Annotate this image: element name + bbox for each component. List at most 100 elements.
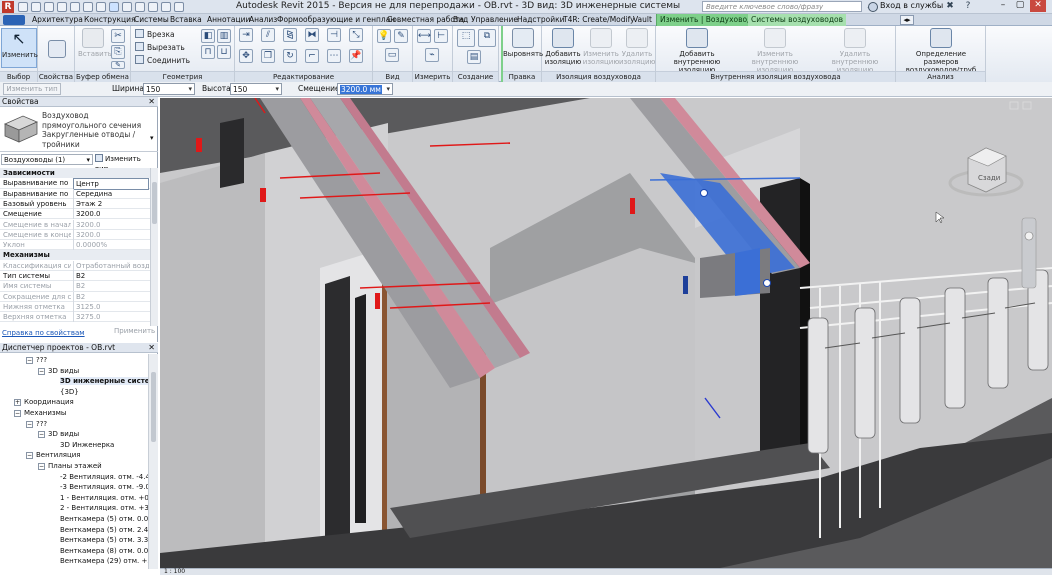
tree-node[interactable]: -2 Вентиляция. отм. -4.40 (0, 472, 148, 483)
tab-1[interactable]: Конструкция (81, 14, 139, 26)
offset-icon[interactable]: ⫽ (261, 28, 275, 42)
properties-section[interactable]: Зависимости (0, 168, 150, 178)
move-icon[interactable]: ✥ (239, 49, 253, 63)
open-icon[interactable] (18, 2, 28, 12)
array-icon[interactable]: ⋯ (327, 49, 341, 63)
property-value[interactable]: В2 (73, 271, 149, 281)
scroll-thumb[interactable] (152, 182, 157, 224)
collapse-icon[interactable]: − (26, 452, 33, 460)
collapse-icon[interactable]: − (26, 420, 33, 428)
tree-node[interactable]: 3D Инженерка (0, 440, 148, 451)
property-value[interactable]: Середина (73, 188, 149, 199)
cut-icon[interactable]: ✂ (111, 29, 125, 43)
pin-icon[interactable]: 📌 (349, 49, 363, 63)
tree-node[interactable]: Венткамера (5) отм. 2.400 (0, 525, 148, 536)
edit-insulation-button[interactable]: Изменить изоляцию (582, 28, 620, 66)
tab-12[interactable]: Vault (630, 14, 655, 26)
tag-element-icon[interactable]: ⌁ (425, 48, 439, 62)
tab-11[interactable]: T4R: Create/Modify (560, 14, 638, 26)
section-icon[interactable] (148, 2, 158, 12)
tree-node[interactable]: 2 - Вентиляция. отм. +3.80 (0, 503, 148, 514)
tree-node[interactable]: Венткамера (29) отм. +3.8 (0, 556, 148, 567)
tab-3[interactable]: Вставка (167, 14, 205, 26)
property-row[interactable]: Сокращение для с... В2 (0, 291, 150, 302)
expand-icon[interactable]: + (14, 399, 21, 407)
scale-icon[interactable]: ⤡ (349, 28, 363, 42)
split-icon[interactable]: ⊣ (327, 28, 341, 42)
measure-distance-icon[interactable]: ⟷ (417, 29, 431, 43)
edit-lining-button[interactable]: Изменить внутреннюю изоляцию (736, 28, 814, 74)
property-row[interactable]: Смещение в конце 3200.0 (0, 229, 150, 241)
paint-icon[interactable]: ▥ (217, 29, 231, 43)
tree-node[interactable]: − Механизмы (0, 408, 148, 419)
minimize-button[interactable]: – (995, 0, 1011, 12)
type-selector[interactable]: Воздуховод прямоугольного сечения Закруг… (0, 108, 158, 152)
scale-label[interactable]: 1 : 100 (164, 568, 185, 575)
properties-button[interactable] (41, 40, 73, 60)
chevron-down-icon[interactable]: ▾ (150, 134, 154, 142)
tree-node[interactable]: {3D} (0, 387, 148, 398)
dimension-icon[interactable] (96, 2, 106, 12)
ribbon-toggle-icon[interactable]: ◂▸ (900, 15, 914, 25)
revit-logo-icon[interactable]: R (2, 1, 14, 13)
property-row[interactable]: Имя системы В2 (0, 281, 150, 292)
tree-node[interactable]: Венткамера (8) отм. 0.000 (0, 546, 148, 557)
tag-icon[interactable] (109, 2, 119, 12)
properties-help-link[interactable]: Справка по свойствам (2, 329, 85, 337)
property-value[interactable]: Этаж 2 (73, 198, 149, 209)
cope-button[interactable]: Врезка (135, 29, 175, 39)
text-icon[interactable] (122, 2, 132, 12)
join-button[interactable]: Соединить (135, 55, 190, 65)
collapse-icon[interactable]: − (14, 409, 21, 417)
create-similar-icon[interactable]: ⧉ (478, 29, 496, 47)
change-type-button[interactable]: Изменить тип (3, 83, 61, 95)
close-icon[interactable]: ✕ (148, 343, 155, 353)
tree-node[interactable]: −3D виды (0, 429, 148, 440)
create-group-icon[interactable]: ⬚ (457, 29, 475, 47)
cut-geometry-button[interactable]: Вырезать (135, 42, 185, 52)
redo-icon[interactable] (57, 2, 67, 12)
property-row[interactable]: Тип системы В2 (0, 271, 150, 282)
search-input[interactable]: Введите ключевое слово/фразу (702, 1, 862, 12)
navigation-bar[interactable] (1021, 217, 1037, 289)
property-row[interactable]: Классификация си...Отработанный возду (0, 260, 150, 271)
duct-sizing-button[interactable]: Определение размеров воздуховодов/труб (898, 28, 984, 74)
demolish-icon[interactable]: ⊔ (217, 45, 231, 59)
tree-node[interactable]: 1 - Вентиляция. отм. +0.0 (0, 493, 148, 504)
thin-lines-icon[interactable] (161, 2, 171, 12)
collapse-icon[interactable]: − (38, 367, 45, 375)
property-row[interactable]: Верхняя отметка 3275.0 (0, 312, 150, 323)
match-props-icon[interactable]: ✎ (111, 61, 125, 69)
align-icon[interactable]: ⇥ (239, 28, 253, 42)
tree-node[interactable]: Венткамера (5) отм. 0.000 (0, 514, 148, 525)
mirror-draw-icon[interactable]: ⧓ (305, 28, 319, 42)
width-select[interactable]: 150 (143, 83, 195, 95)
paste-button[interactable]: Вставить (78, 28, 112, 58)
tree-node[interactable]: −3D виды (0, 366, 148, 377)
exchange-apps-icon[interactable]: ✖ (944, 1, 956, 11)
property-row[interactable]: Базовый уровень Этаж 2 (0, 198, 150, 210)
user-icon[interactable] (868, 2, 878, 12)
tree-node[interactable]: -3 Вентиляция. отм. -9.00 (0, 482, 148, 493)
print-icon[interactable] (70, 2, 80, 12)
mirror-axis-icon[interactable]: ⧎ (283, 28, 297, 42)
undo-icon[interactable] (44, 2, 54, 12)
measure-icon[interactable] (83, 2, 93, 12)
3d-view-icon[interactable] (135, 2, 145, 12)
property-row[interactable]: Уклон 0.0000% (0, 240, 150, 251)
property-row[interactable]: Выравнивание по ... Середина (0, 188, 150, 199)
split-face-icon[interactable]: ◧ (201, 29, 215, 43)
copy-element-icon[interactable]: ❐ (261, 49, 275, 63)
tree-node[interactable]: + Координация (0, 397, 148, 408)
signin-button[interactable]: Вход в службы (880, 1, 943, 10)
hide-icon[interactable]: 💡 (377, 29, 391, 43)
wall-join-icon[interactable]: ⊓ (201, 45, 215, 59)
override-icon[interactable]: ✎ (394, 29, 408, 43)
trim-icon[interactable]: ⌐ (305, 49, 319, 63)
close-button[interactable]: ✕ (1030, 0, 1046, 12)
linework-icon[interactable]: ▭ (385, 48, 399, 62)
tree-node[interactable]: Венткамера (5) отм. 3.300 (0, 535, 148, 546)
remove-insulation-button[interactable]: Удалить изоляцию (619, 28, 655, 66)
selected-duct[interactable] (735, 248, 760, 296)
rotate-icon[interactable]: ↻ (283, 49, 297, 63)
